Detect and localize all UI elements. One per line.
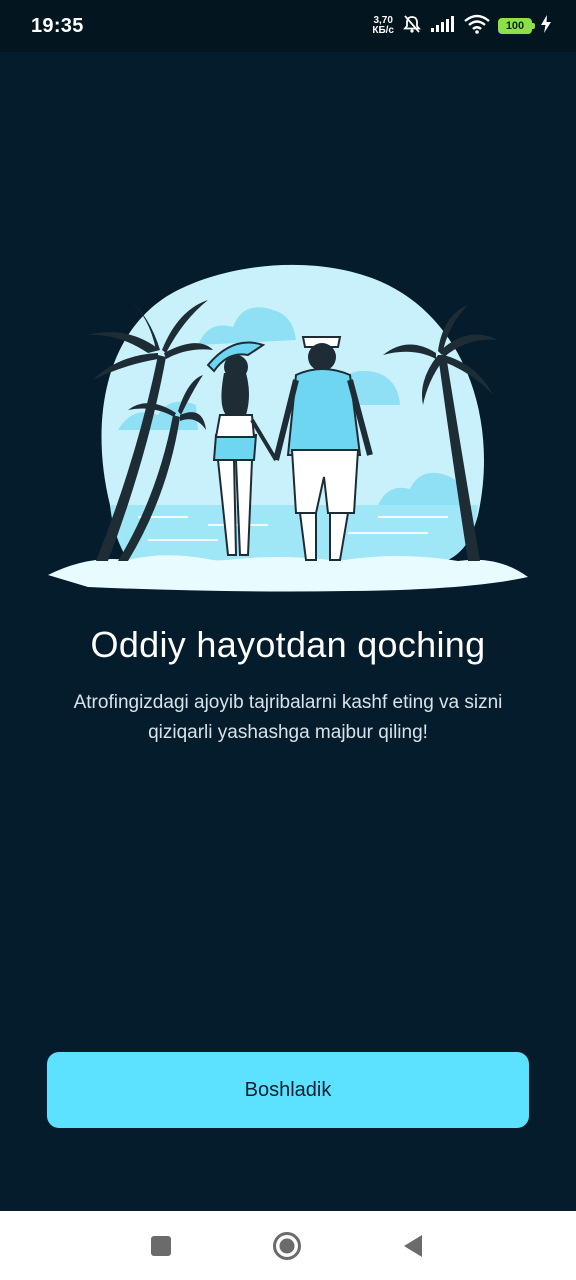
- status-icons: 3,70 КБ/с 100: [372, 14, 552, 38]
- mute-icon: [402, 14, 422, 39]
- page-title: Oddiy hayotdan qoching: [90, 624, 486, 665]
- signal-icon: [430, 15, 456, 38]
- status-bar: 19:35 3,70 КБ/с 100: [0, 0, 576, 52]
- battery-level: 100: [505, 20, 525, 32]
- network-speed: 3,70 КБ/с: [372, 16, 394, 36]
- wifi-icon: [464, 14, 490, 39]
- back-icon[interactable]: [398, 1231, 428, 1261]
- recents-icon[interactable]: [146, 1231, 176, 1261]
- battery-icon: 100: [498, 18, 535, 34]
- page-description: Atrofingizdagi ajoyib tajribalarni kashf…: [73, 692, 503, 743]
- network-speed-unit: КБ/с: [372, 25, 394, 36]
- beach-couple-illustration: [48, 255, 528, 600]
- start-button[interactable]: Boshladik: [47, 1052, 529, 1128]
- charging-icon: [540, 14, 552, 38]
- status-time: 19:35: [31, 15, 84, 37]
- system-navigation-bar: [0, 1211, 576, 1280]
- home-icon[interactable]: [272, 1231, 302, 1261]
